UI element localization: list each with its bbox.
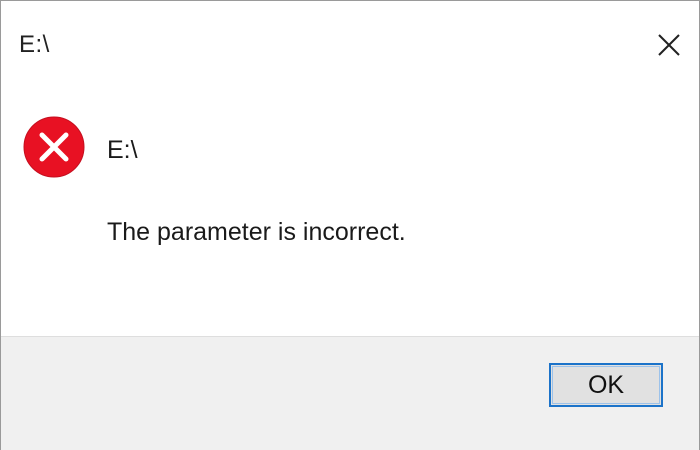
window-title: E:\	[19, 31, 50, 58]
message-body: The parameter is incorrect.	[107, 218, 406, 246]
message-heading: E:\	[107, 136, 138, 164]
close-icon	[658, 34, 680, 56]
ok-button[interactable]: OK	[549, 363, 663, 407]
button-bar: OK	[1, 336, 699, 450]
error-icon	[23, 116, 85, 178]
error-dialog: E:\ E:\ The parameter is incorrect. OK	[0, 0, 700, 450]
close-button[interactable]	[643, 19, 695, 71]
title-bar: E:\	[1, 1, 699, 96]
message-area: E:\ The parameter is incorrect.	[1, 96, 699, 336]
